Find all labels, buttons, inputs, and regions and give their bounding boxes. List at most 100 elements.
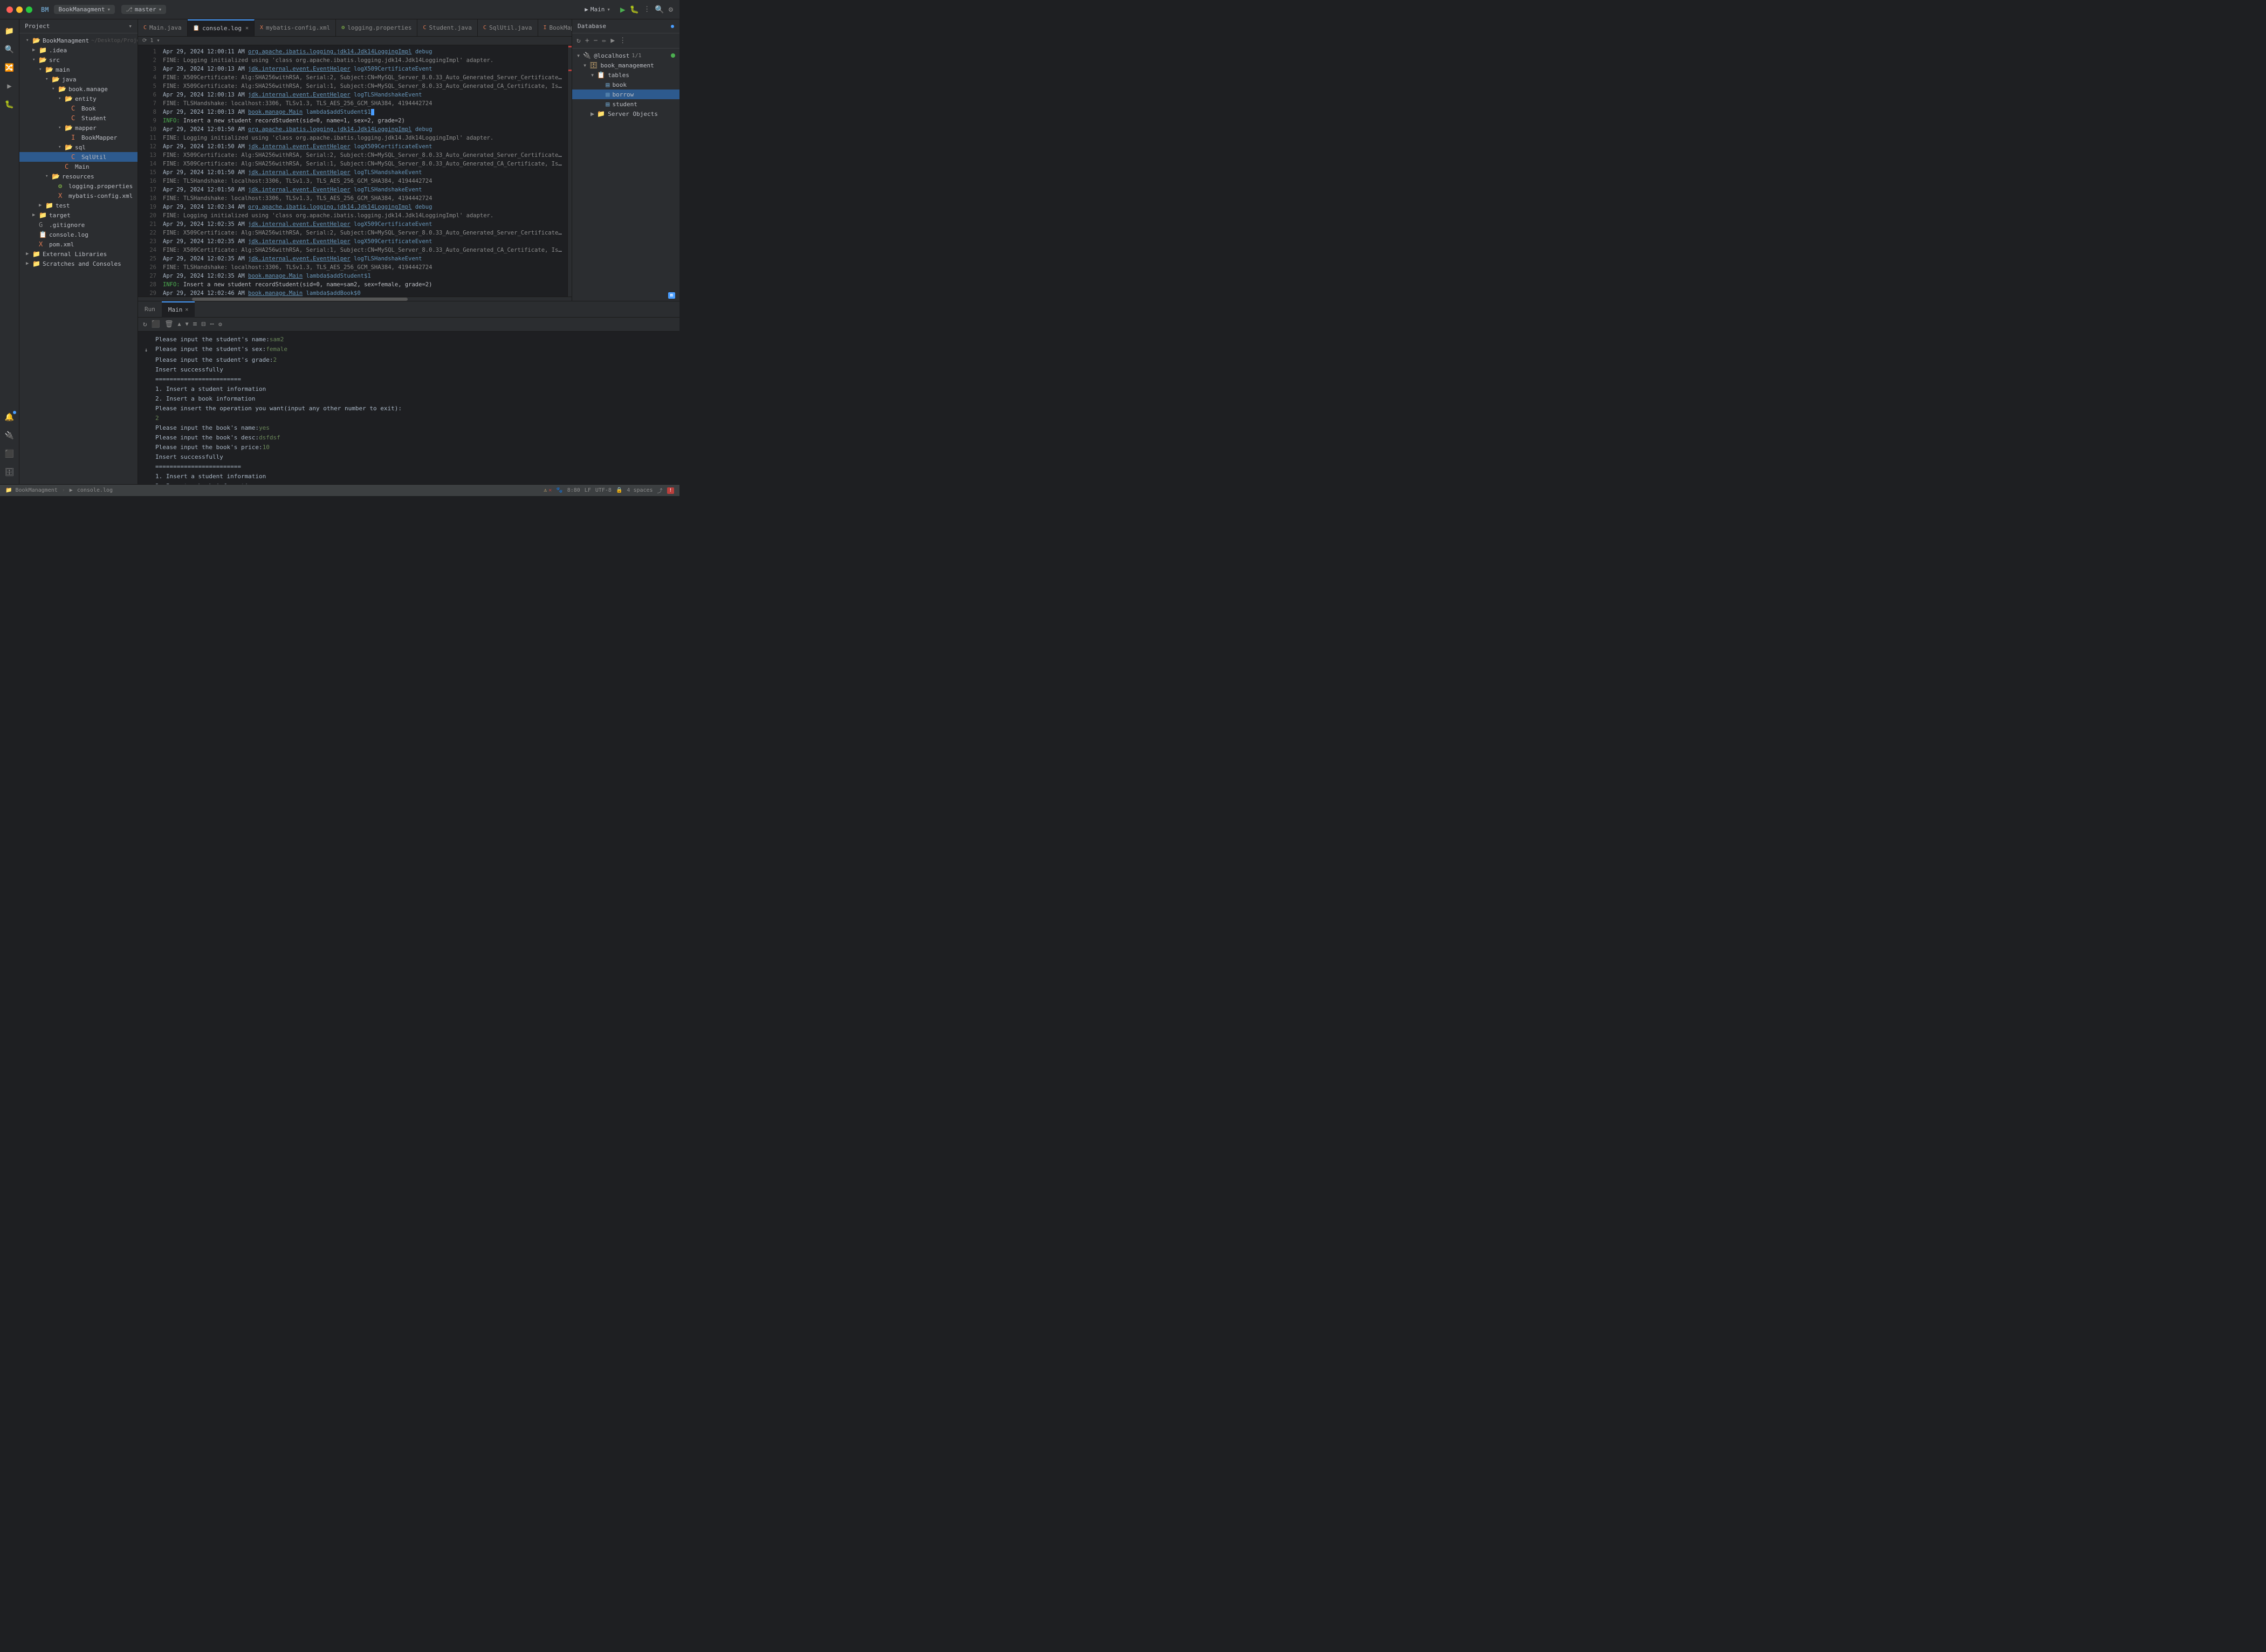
- db-item-borrow-table[interactable]: ▶ ▤ borrow: [572, 90, 679, 99]
- icon-rail-debug[interactable]: 🐛: [2, 97, 17, 112]
- branch-button[interactable]: ⎇ master ▾: [121, 5, 166, 14]
- console-scroll-up-btn[interactable]: ▲: [176, 320, 183, 329]
- log-line-text: Apr 29, 2024 12:01:50 AM jdk.internal.ev…: [163, 168, 422, 177]
- console-settings-btn[interactable]: ⚙: [217, 319, 224, 329]
- horizontal-scrollbar[interactable]: [138, 297, 572, 301]
- bottom-tab-run[interactable]: Run: [138, 301, 162, 318]
- tab-bookmapper[interactable]: I BookMapper.java: [538, 19, 572, 37]
- tree-label-pomxml: pom.xml: [49, 241, 74, 248]
- console-more-btn[interactable]: ⋯: [208, 319, 216, 330]
- db-item-book-management[interactable]: ▾ 🗄 book_management: [572, 60, 679, 70]
- icon-rail-search[interactable]: 🔍: [2, 42, 17, 57]
- console-restart-btn[interactable]: ↻: [141, 319, 149, 330]
- maximize-button[interactable]: [26, 6, 32, 13]
- tree-prop-icon-logging: ⚙: [58, 182, 67, 190]
- tree-item-mainclass[interactable]: ▶ C Main: [19, 162, 138, 171]
- tree-item-consolelog[interactable]: ▶ 📋 console.log: [19, 230, 138, 239]
- db-item-tables[interactable]: ▾ 📋 tables: [572, 70, 679, 80]
- tab-sqlutil[interactable]: C SqlUtil.java: [478, 19, 538, 37]
- tree-item-scratches[interactable]: ▶ 📁 Scratches and Consoles: [19, 259, 138, 269]
- line-number: 15: [142, 168, 156, 177]
- tab-sqlutil-label: SqlUtil.java: [489, 24, 532, 31]
- tree-item-main[interactable]: ▾ 📂 main: [19, 65, 138, 74]
- bottom-tab-main[interactable]: Main ✕: [162, 301, 195, 318]
- tab-logging[interactable]: ⚙ logging.properties: [336, 19, 417, 37]
- icon-rail-terminal[interactable]: ⬛: [2, 446, 17, 462]
- db-add-btn[interactable]: +: [584, 36, 590, 46]
- run-config-button[interactable]: ▶ Main ▾: [579, 5, 616, 14]
- tree-item-entity[interactable]: ▾ 📂 entity: [19, 94, 138, 104]
- db-item-student-table[interactable]: ▶ ▤ student: [572, 99, 679, 109]
- tree-item-src[interactable]: ▾ 📂 src: [19, 55, 138, 65]
- settings-icon[interactable]: ⚙: [669, 5, 673, 14]
- db-run-btn[interactable]: ▶: [609, 36, 616, 46]
- tree-item-book-manage[interactable]: ▾ 📂 book.manage: [19, 84, 138, 94]
- debug-icon[interactable]: 🐛: [630, 5, 639, 14]
- icon-rail-notifications[interactable]: 🔔: [2, 410, 17, 425]
- console-stop-btn[interactable]: ⬛: [150, 319, 162, 330]
- icon-rail-plugins[interactable]: 🔌: [2, 428, 17, 443]
- db-item-localhost[interactable]: ▾ 🔌 @localhost 1/1: [572, 51, 679, 60]
- tab-studentjava[interactable]: C Student.java: [417, 19, 478, 37]
- console-output[interactable]: Please input the student's name:sam2↓Ple…: [138, 332, 679, 484]
- console-filter-btn[interactable]: ⊟: [200, 319, 207, 330]
- console-arrow: [145, 444, 153, 452]
- line-number: 21: [142, 220, 156, 229]
- run-icon[interactable]: ▶: [620, 4, 626, 15]
- log-line: 26FINE: TLSHandshake: localhost:3306, TL…: [138, 263, 567, 272]
- tree-folder-icon-mapper: 📂: [65, 124, 73, 132]
- console-scroll-down-btn[interactable]: ▼: [184, 320, 190, 329]
- icon-rail-database[interactable]: 🗄: [2, 465, 17, 480]
- icon-rail-project[interactable]: 📁: [2, 24, 17, 39]
- db-item-server-objects[interactable]: ▶ 📁 Server Objects: [572, 109, 679, 119]
- tree-item-bookmapper[interactable]: ▶ I BookMapper: [19, 133, 138, 142]
- tab-studentjava-label: Student.java: [429, 24, 472, 31]
- tree-item-root[interactable]: ▾ 📂 BookManagment ~/Desktop/Projects: [19, 36, 138, 45]
- tree-item-pomxml[interactable]: ▶ X pom.xml: [19, 239, 138, 249]
- tab-consolelog-close[interactable]: ✕: [245, 25, 249, 31]
- tree-item-student[interactable]: ▶ C Student: [19, 113, 138, 123]
- tree-item-sql[interactable]: ▾ 📂 sql: [19, 142, 138, 152]
- tree-item-sqlutil[interactable]: ▶ C SqlUtil: [19, 152, 138, 162]
- close-button[interactable]: [6, 6, 13, 13]
- tab-mainjava[interactable]: C Main.java: [138, 19, 188, 37]
- tree-item-test[interactable]: ▶ 📁 test: [19, 201, 138, 210]
- project-panel-header[interactable]: Project ▾: [19, 19, 138, 33]
- tree-item-extlibs[interactable]: ▶ 📁 External Libraries: [19, 249, 138, 259]
- db-item-book-table[interactable]: ▶ ▤ book: [572, 80, 679, 90]
- console-wrap-btn[interactable]: ≡: [191, 319, 199, 330]
- log-line: 11FINE: Logging initialized using 'class…: [138, 134, 567, 142]
- log-line-text: Apr 29, 2024 12:01:50 AM jdk.internal.ev…: [163, 142, 432, 151]
- minimize-button[interactable]: [16, 6, 23, 13]
- tab-mybatis[interactable]: X mybatis-config.xml: [255, 19, 336, 37]
- console-clear-btn[interactable]: 🗑: [163, 319, 175, 330]
- more-icon[interactable]: ⋮: [643, 5, 650, 13]
- tree-item-java[interactable]: ▾ 📂 java: [19, 74, 138, 84]
- project-name-button[interactable]: BookManagment ▾: [54, 5, 115, 14]
- tab-consolelog[interactable]: 📋 console.log ✕: [188, 19, 255, 37]
- tree-arrow-test: ▶: [39, 203, 45, 208]
- tree-item-mybatis[interactable]: ▶ X mybatis-config.xml: [19, 191, 138, 201]
- scrollbar-thumb-h[interactable]: [192, 298, 408, 301]
- error-marker-2: [568, 70, 572, 71]
- log-line: 23Apr 29, 2024 12:02:35 AM jdk.internal.…: [138, 237, 567, 246]
- tree-item-logging[interactable]: ▶ ⚙ logging.properties: [19, 181, 138, 191]
- icon-rail-vcs[interactable]: 🔀: [2, 60, 17, 75]
- bottom-tab-main-close[interactable]: ✕: [185, 307, 188, 313]
- tree-item-gitignore[interactable]: ▶ G .gitignore: [19, 220, 138, 230]
- status-indent: 4 spaces: [627, 487, 653, 493]
- db-minus-btn[interactable]: −: [593, 36, 599, 46]
- tree-item-target[interactable]: ▶ 📁 target: [19, 210, 138, 220]
- tree-item-resources[interactable]: ▾ 📂 resources: [19, 171, 138, 181]
- search-icon[interactable]: 🔍: [655, 5, 664, 14]
- console-line: Insert successfully: [145, 452, 673, 462]
- log-content[interactable]: 1Apr 29, 2024 12:00:11 AM org.apache.iba…: [138, 45, 567, 297]
- line-number: 1: [142, 47, 156, 56]
- tree-item-mapper[interactable]: ▾ 📂 mapper: [19, 123, 138, 133]
- tree-item-idea[interactable]: ▶ 📁 .idea: [19, 45, 138, 55]
- tree-item-book[interactable]: ▶ C Book: [19, 104, 138, 113]
- db-refresh-btn[interactable]: ↻: [575, 36, 582, 46]
- db-more-btn[interactable]: ⋮: [618, 36, 627, 46]
- icon-rail-run[interactable]: ▶: [2, 79, 17, 94]
- db-edit-btn[interactable]: ✏: [601, 36, 607, 46]
